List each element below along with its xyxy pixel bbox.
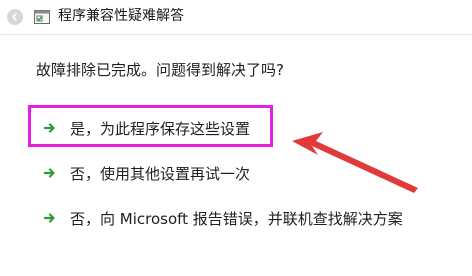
title-bar: 程序兼容性疑难解答 <box>0 0 472 34</box>
green-arrow-icon <box>44 168 55 178</box>
back-arrow-icon <box>7 9 23 25</box>
option-label: 否，使用其他设置再试一次 <box>70 164 251 183</box>
option-label: 否，向 Microsoft 报告错误，并联机查找解决方案 <box>70 209 403 228</box>
green-arrow-icon <box>44 213 55 223</box>
back-button[interactable] <box>4 6 26 28</box>
compatibility-troubleshooter-icon <box>34 10 50 24</box>
title-divider <box>0 34 472 35</box>
option-report-to-microsoft[interactable]: 否，向 Microsoft 报告错误，并联机查找解决方案 <box>44 207 403 229</box>
window-title: 程序兼容性疑难解答 <box>58 8 184 24</box>
highlight-box-annotation <box>28 105 273 147</box>
question-text: 故障排除已完成。问题得到解决了吗? <box>36 61 284 79</box>
option-try-other-settings[interactable]: 否，使用其他设置再试一次 <box>44 162 250 184</box>
